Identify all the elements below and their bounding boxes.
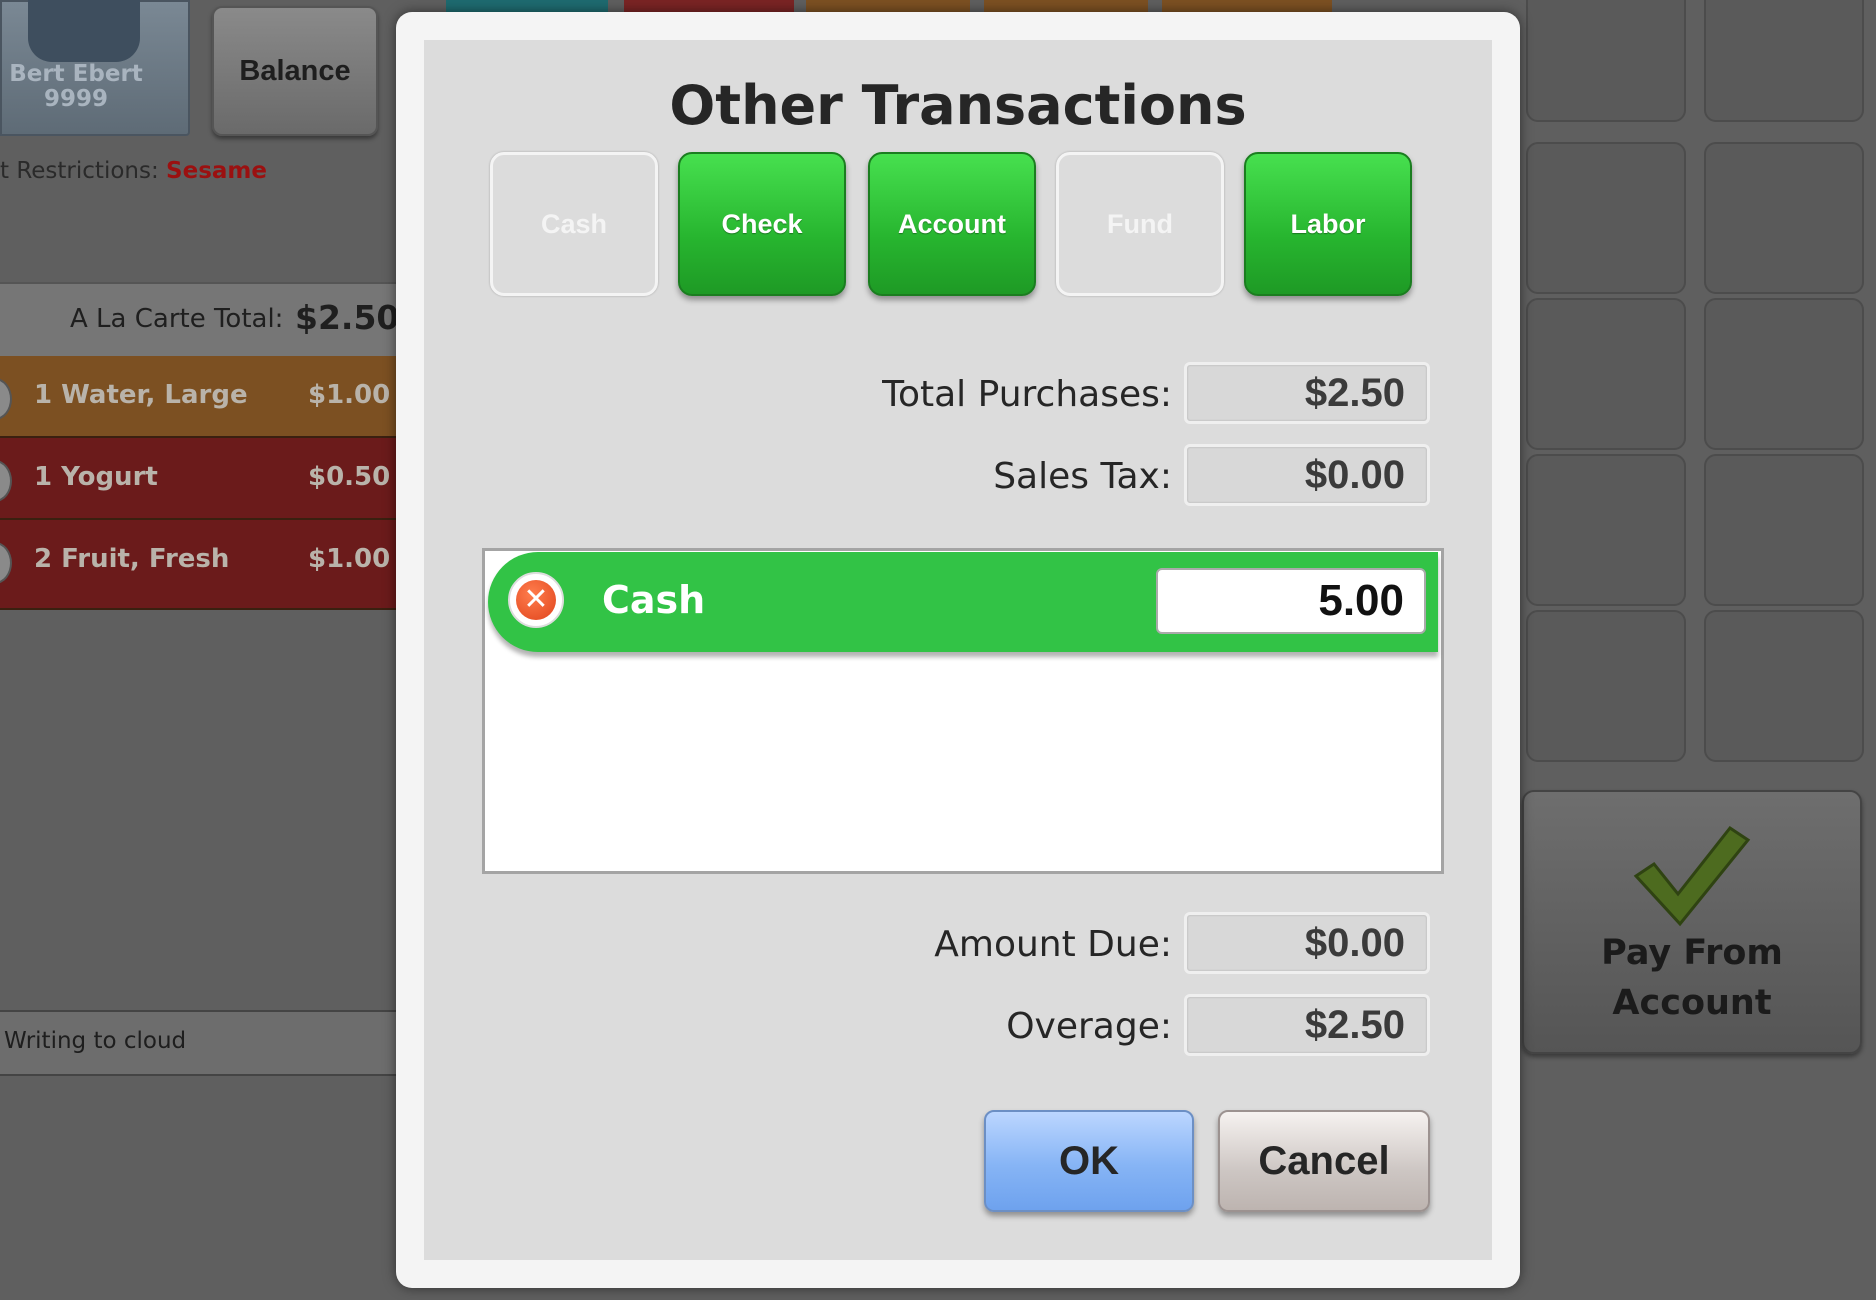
order-total-value: $2.50 [295,298,400,337]
total-purchases-value: $2.50 [1184,362,1430,424]
item-name: 1 Yogurt [34,462,158,492]
cancel-button[interactable]: Cancel [1218,1110,1430,1212]
type-button-labor[interactable]: Labor [1244,152,1412,296]
grid-button[interactable] [1526,298,1686,450]
student-name-text: Bert Ebert [9,61,143,87]
pay-label-line2: Account [1612,983,1772,1023]
item-name: 1 Water, Large [34,380,248,410]
grid-button[interactable] [1704,610,1864,762]
sales-tax-value: $0.00 [1184,444,1430,506]
grid-button[interactable] [1704,454,1864,606]
item-name: 2 Fruit, Fresh [34,544,230,574]
pay-label-line1: Pay From [1601,933,1783,973]
balance-button[interactable]: Balance [212,6,378,136]
close-circle-icon: ✕ [516,580,556,620]
item-marker [0,460,12,502]
grid-button[interactable] [1526,610,1686,762]
type-button-fund[interactable]: Fund [1056,152,1224,296]
status-text: Writing to cloud [4,1028,187,1054]
overage-value: $2.50 [1184,994,1430,1056]
tender-amount-input[interactable]: 5.00 [1156,568,1426,634]
order-item-row[interactable]: 2 Fruit, Fresh $1.00 [0,520,400,610]
total-purchases-label: Total Purchases: [882,374,1172,415]
item-price: $1.00 [308,544,391,574]
amount-due-label: Amount Due: [934,924,1172,965]
restrictions-value: Sesame [166,158,267,184]
student-photo [28,0,140,62]
pay-from-account-label: Pay From Account [1522,928,1862,1028]
grid-button[interactable] [1526,142,1686,294]
type-button-account[interactable]: Account [868,152,1036,296]
grid-button[interactable] [1704,0,1864,122]
order-item-row[interactable]: 1 Water, Large $1.00 [0,356,400,438]
item-marker [0,542,12,584]
grid-button[interactable] [1526,454,1686,606]
overage-label: Overage: [1006,1006,1172,1047]
order-item-row[interactable]: 1 Yogurt $0.50 [0,438,400,520]
restrictions-label: t Restrictions: [0,158,159,184]
restrictions-line: t Restrictions: Sesame [0,158,267,184]
type-button-check[interactable]: Check [678,152,846,296]
type-button-cash[interactable]: Cash [490,152,658,296]
ok-button[interactable]: OK [984,1110,1194,1212]
sales-tax-label: Sales Tax: [993,456,1172,497]
grid-button[interactable] [1704,298,1864,450]
grid-button[interactable] [1526,0,1686,122]
grid-button[interactable] [1704,142,1864,294]
student-name: Bert Ebert 9999 [0,62,152,112]
tender-type: Cash [602,578,706,622]
amount-due-value: $0.00 [1184,912,1430,974]
remove-tender-button[interactable]: ✕ [508,572,564,628]
item-price: $0.50 [308,462,391,492]
checkmark-icon [1633,825,1751,927]
dialog-title: Other Transactions [669,74,1247,137]
student-id-text: 9999 [43,86,108,112]
item-price: $1.00 [308,380,391,410]
order-total-label: A La Carte Total: [70,304,284,334]
item-marker [0,378,12,420]
